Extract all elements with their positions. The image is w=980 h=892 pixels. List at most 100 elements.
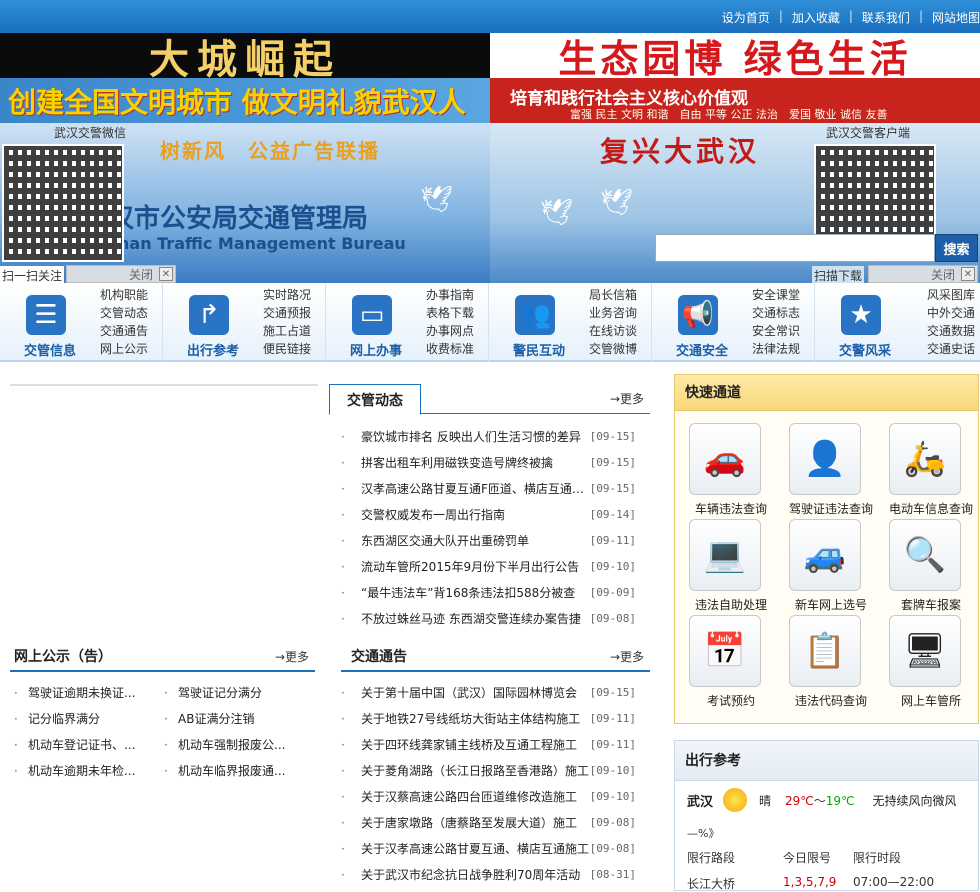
scooter-icon[interactable]: 🛵: [889, 423, 961, 495]
nav-traffic-info[interactable]: ☰ 交管信息 机构职能 交管动态 交通通告 网上公示: [0, 283, 163, 362]
nav-title[interactable]: 交警风采: [821, 340, 909, 359]
nav-style[interactable]: ★ 交警风采 风采图库 中外交通 交通数据 交通史话: [815, 283, 980, 362]
close-icon[interactable]: ✕: [961, 267, 975, 281]
close-icon[interactable]: ✕: [159, 267, 173, 281]
magnifier-car-icon[interactable]: 🔍: [889, 519, 961, 591]
nav-title[interactable]: 出行参考: [169, 340, 257, 359]
news-list: · 豪饮城市排名 反映出人们生活习惯的差异 [09-15] · 拼客出租车利用磁铁变造…: [329, 424, 650, 632]
quick-exam-booking[interactable]: 📅 考试预约: [681, 615, 781, 708]
nav-title[interactable]: 警民互动: [495, 340, 583, 359]
contact-link[interactable]: 联系我们: [862, 9, 910, 26]
nav-sub-link[interactable]: 办事指南: [426, 286, 474, 304]
nav-sub-link[interactable]: 在线访谈: [589, 322, 637, 340]
list-item[interactable]: · 关于唐家墩路（唐蔡路至发展大道）施工 [09-08]: [329, 810, 650, 836]
banner-slogan-2[interactable]: 生态园博 绿色生活: [490, 33, 980, 81]
more-link[interactable]: →更多: [275, 648, 309, 665]
quick-violation-code[interactable]: 📋 违法代码查询: [781, 615, 881, 708]
nav-sub-link[interactable]: 法律法规: [752, 340, 800, 358]
list-item[interactable]: · 关于武汉市纪念抗日战争胜利70周年活动 [08-31]: [329, 862, 650, 888]
nav-safety[interactable]: 📢 交通安全 安全课堂 交通标志 安全常识 法律法规: [652, 283, 815, 362]
list-item[interactable]: · 豪饮城市排名 反映出人们生活习惯的差异 [09-15]: [329, 424, 650, 450]
nav-sub-link[interactable]: 局长信箱: [589, 286, 637, 304]
nav-sub-link[interactable]: 表格下载: [426, 304, 474, 322]
list-item[interactable]: · 关于汉孝高速公路甘夏互通、横店互通施工 [09-08]: [329, 836, 650, 862]
list-item[interactable]: 机动车强制报废公...: [160, 732, 310, 758]
nav-sub-link[interactable]: 交通预报: [263, 304, 311, 322]
computer-screen-icon[interactable]: 🖥: [889, 615, 961, 687]
nav-sub-link[interactable]: 中外交通: [927, 304, 975, 322]
list-item[interactable]: · “最牛违法车”背168条违法扣588分被查 [09-09]: [329, 580, 650, 606]
list-item[interactable]: · 关于四环线龚家铺主线桥及互通工程施工 [09-11]: [329, 732, 650, 758]
set-homepage-link[interactable]: 设为首页: [722, 9, 770, 26]
nav-sub-link[interactable]: 交通数据: [927, 322, 975, 340]
nav-sub-link[interactable]: 机构职能: [100, 286, 148, 304]
list-item[interactable]: · 汉孝高速公路甘夏互通F匝道、横店互通施工 [09-15]: [329, 476, 650, 502]
nav-sub-link[interactable]: 安全常识: [752, 322, 800, 340]
close-right-qr[interactable]: 关闭 ✕: [868, 265, 978, 283]
nav-sub-link[interactable]: 办事网点: [426, 322, 474, 340]
nav-interaction[interactable]: 👥 警民互动 局长信箱 业务咨询 在线访谈 交管微博: [489, 283, 652, 362]
list-item[interactable]: · 关于第十届中国（武汉）国际园林博览会 [09-15]: [329, 680, 650, 706]
more-link[interactable]: →更多: [610, 648, 644, 665]
quick-self-service[interactable]: 💻 违法自助处理: [681, 519, 781, 612]
banner-slogan-3[interactable]: 创建全国文明城市 做文明礼貌武汉人: [0, 78, 490, 123]
nav-sub-link[interactable]: 交通标志: [752, 304, 800, 322]
banner-slogan-6[interactable]: 复兴大武汉: [600, 130, 760, 170]
list-item[interactable]: 机动车临界报废通...: [160, 758, 310, 784]
close-left-qr[interactable]: 关闭 ✕: [66, 265, 176, 283]
nav-sub-link[interactable]: 施工占道: [263, 322, 311, 340]
nav-title[interactable]: 交通安全: [658, 340, 746, 359]
list-item[interactable]: · 关于菱角湖路（长江日报路至香港路）施工 [09-10]: [329, 758, 650, 784]
list-item[interactable]: AB证满分注销: [160, 706, 310, 732]
car-plate-icon[interactable]: 🚙: [789, 519, 861, 591]
list-item[interactable]: 驾驶证记分满分: [160, 680, 310, 706]
quick-plate-selection[interactable]: 🚙 新车网上选号: [781, 519, 881, 612]
list-item[interactable]: · 东西湖区交通大队开出重磅罚单 [09-11]: [329, 528, 650, 554]
nav-title[interactable]: 交管信息: [6, 340, 94, 359]
banner-slogan-5[interactable]: 树新风 公益广告联播: [160, 135, 380, 164]
quick-license-violation[interactable]: 👤 驾驶证违法查询: [781, 423, 881, 516]
nav-sub-link[interactable]: 便民链接: [263, 340, 311, 358]
list-item[interactable]: · 交警权威发布一周出行指南 [09-14]: [329, 502, 650, 528]
image-slideshow[interactable]: [10, 384, 318, 624]
quick-cloned-plate-report[interactable]: 🔍 套牌车报案: [881, 519, 980, 612]
quick-vehicle-violation[interactable]: 🚗 车辆违法查询: [681, 423, 781, 516]
search-button[interactable]: 搜索: [935, 234, 978, 262]
code-search-icon[interactable]: 📋: [789, 615, 861, 687]
nav-travel[interactable]: ↱ 出行参考 实时路况 交通预报 施工占道 便民链接: [163, 283, 326, 362]
list-item[interactable]: 记分临界满分: [10, 706, 160, 732]
sitemap-link[interactable]: 网站地图: [932, 9, 980, 26]
car-document-icon[interactable]: 🚗: [689, 423, 761, 495]
nav-sub-link[interactable]: 交管动态: [100, 304, 148, 322]
list-item[interactable]: · 关于汉蔡高速公路四台匝道维修改造施工 [09-10]: [329, 784, 650, 810]
quick-online-dmv[interactable]: 🖥 网上车管所: [881, 615, 980, 708]
tab-traffic-dynamics[interactable]: 交管动态: [329, 384, 421, 415]
list-item[interactable]: · 不放过蛛丝马迹 东西湖交警连续办案告捷 [09-08]: [329, 606, 650, 632]
laptop-icon[interactable]: 💻: [689, 519, 761, 591]
list-item[interactable]: · 关于地铁27号线纸坊大街站主体结构施工 [09-11]: [329, 706, 650, 732]
nav-sub-link[interactable]: 交通通告: [100, 322, 148, 340]
person-forbidden-icon[interactable]: 👤: [789, 423, 861, 495]
nav-sub-link[interactable]: 交管微博: [589, 340, 637, 358]
nav-sub-link[interactable]: 交通史话: [927, 340, 975, 358]
list-item[interactable]: · 拼客出租车利用磁铁变造号牌终被擒 [09-15]: [329, 450, 650, 476]
calendar-add-icon[interactable]: 📅: [689, 615, 761, 687]
add-favorite-link[interactable]: 加入收藏: [792, 9, 840, 26]
search-input[interactable]: [655, 234, 935, 262]
banner-core-values[interactable]: 培育和践行社会主义核心价值观 富强 民主 文明 和谐 自由 平等 公正 法治 爱…: [490, 78, 980, 123]
nav-sub-link[interactable]: 网上公示: [100, 340, 148, 358]
nav-title[interactable]: 网上办事: [332, 340, 420, 359]
nav-sub-link[interactable]: 业务咨询: [589, 304, 637, 322]
list-item[interactable]: 机动车登记证书、...: [10, 732, 160, 758]
nav-sub-link[interactable]: 收费标准: [426, 340, 474, 358]
nav-sub-link[interactable]: 实时路况: [263, 286, 311, 304]
banner-slogan-1[interactable]: 大城崛起: [0, 33, 490, 83]
list-item[interactable]: 机动车逾期未年检...: [10, 758, 160, 784]
list-item[interactable]: 驾驶证逾期未换证...: [10, 680, 160, 706]
nav-online-service[interactable]: ▭ 网上办事 办事指南 表格下载 办事网点 收费标准: [326, 283, 489, 362]
list-item[interactable]: · 流动车管所2015年9月份下半月出行公告 [09-10]: [329, 554, 650, 580]
quick-ebike-info[interactable]: 🛵 电动车信息查询: [881, 423, 980, 516]
more-link[interactable]: →更多: [610, 390, 644, 407]
nav-sub-link[interactable]: 安全课堂: [752, 286, 800, 304]
nav-sub-link[interactable]: 风采图库: [927, 286, 975, 304]
